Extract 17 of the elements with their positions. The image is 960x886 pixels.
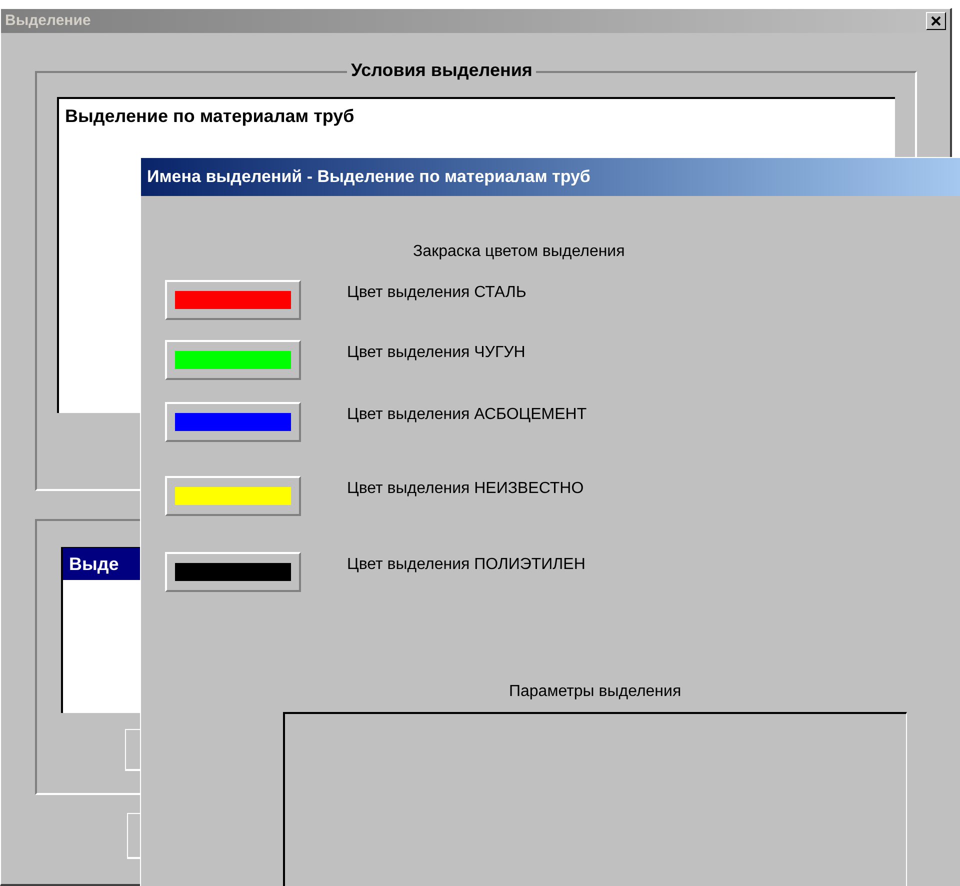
- color-label: Цвет выделения ПОЛИЭТИЛЕН: [347, 555, 586, 575]
- close-button[interactable]: [926, 12, 946, 30]
- color-label: Цвет выделения ЧУГУН: [347, 343, 526, 363]
- conditions-text: Выделение по материалам труб: [65, 106, 354, 126]
- color-label: Цвет выделения АСБОЦЕМЕНТ: [347, 405, 587, 425]
- window-title: Выделение: [5, 10, 91, 31]
- section-heading: Закраска цветом выделения: [413, 243, 625, 260]
- color-label: Цвет выделения СТАЛЬ: [347, 283, 526, 303]
- color-swatch-button[interactable]: [165, 340, 301, 380]
- color-swatch-button[interactable]: [165, 552, 301, 592]
- color-swatch-button[interactable]: [165, 280, 301, 320]
- color-label: Цвет выделения НЕИЗВЕСТНО: [347, 479, 584, 499]
- close-icon: [931, 16, 941, 26]
- window-title: Имена выделений - Выделение по материалам труб: [147, 166, 590, 188]
- color-swatch-button[interactable]: [165, 476, 301, 516]
- color-swatch-button[interactable]: [165, 402, 301, 442]
- section-heading: Параметры выделения: [509, 683, 682, 700]
